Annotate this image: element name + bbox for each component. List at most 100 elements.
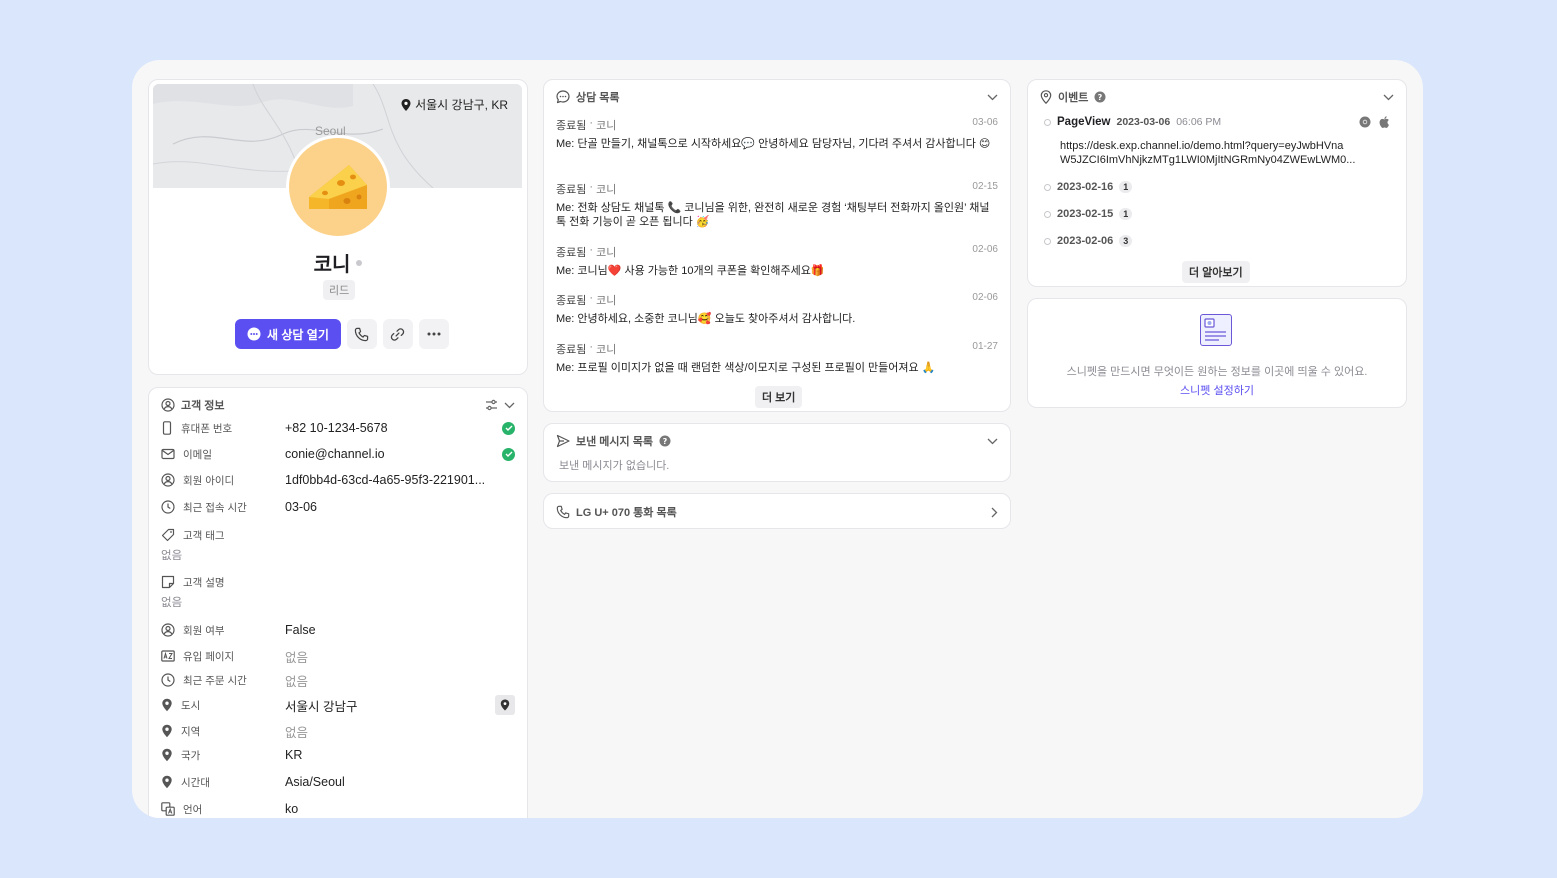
more-options-button[interactable] xyxy=(418,319,449,349)
help-icon[interactable]: ? xyxy=(1094,91,1106,103)
event-name: PageView xyxy=(1057,116,1111,128)
profile-actions: 새 상담 열기 xyxy=(235,319,449,349)
event-count-badge: 1 xyxy=(1119,181,1133,193)
conversation-author: 코니 xyxy=(596,295,617,307)
field-description[interactable]: 고객 설명 xyxy=(161,572,515,592)
event-date: 2023-02-15 xyxy=(1057,208,1114,220)
call-button[interactable] xyxy=(346,319,377,349)
field-value: 없음 xyxy=(285,725,309,740)
svg-text:?: ? xyxy=(663,437,668,446)
field-country[interactable]: 국가 KR xyxy=(161,745,515,765)
event-count-badge: 1 xyxy=(1119,208,1133,220)
send-icon xyxy=(556,434,570,448)
field-label: 휴대폰 번호 xyxy=(181,422,233,435)
map-location-label: 서울시 강남구, KR xyxy=(401,96,508,113)
call-history-card[interactable]: LG U+ 070 통화 목록 xyxy=(543,493,1011,529)
field-value: 03-06 xyxy=(285,500,317,514)
field-region[interactable]: 지역 없음 xyxy=(161,721,515,741)
phone-icon xyxy=(556,505,570,519)
sent-messages-card: 보낸 메시지 목록 ? 보낸 메시지가 없습니다. xyxy=(543,423,1011,482)
avatar xyxy=(286,135,390,239)
show-more-conversations-button[interactable]: 더 보기 xyxy=(755,386,803,408)
learn-more-events-button[interactable]: 더 알아보기 xyxy=(1182,261,1250,283)
help-icon[interactable]: ? xyxy=(659,435,671,447)
field-last-seen[interactable]: 최근 접속 시간 03-06 xyxy=(161,497,515,517)
conversation-item[interactable]: 종료됨 · 코니 03-06 Me: 단골 만들기, 채널톡으로 시작하세요💬 안… xyxy=(556,117,998,151)
conversation-preview: Me: 안녕하세요, 소중한 코니님🥰 오늘도 찾아주셔서 감사합니다. xyxy=(556,313,856,325)
conversation-date: 02-15 xyxy=(972,181,998,192)
event-group-item[interactable]: 2023-02-15 1 xyxy=(1044,208,1390,220)
field-label: 최근 주문 시간 xyxy=(183,674,247,687)
map-thumbnail-icon[interactable] xyxy=(495,695,515,715)
field-member-id[interactable]: 회원 아이디 1df0bb4d-63cd-4a65-95f3-221901... xyxy=(161,470,515,490)
customer-info-title: 고객 정보 xyxy=(181,400,225,412)
conversation-list-header[interactable]: 상담 목록 xyxy=(556,89,998,105)
copy-link-button[interactable] xyxy=(382,319,413,349)
field-value: +82 10-1234-5678 xyxy=(285,421,388,435)
verified-check-icon xyxy=(502,421,515,435)
app-frame: Seoul 서울시 강남구, KR 코니 리드 새 상담 열기 고객 정보 휴대… xyxy=(132,60,1423,818)
note-icon xyxy=(161,575,175,589)
settings-sliders-icon[interactable] xyxy=(485,399,498,411)
chevron-down-icon[interactable] xyxy=(1383,94,1394,101)
conversation-item[interactable]: 종료됨 · 코니 02-06 Me: 코니님❤️ 사용 가능한 10개의 쿠폰을 … xyxy=(556,244,998,278)
field-timezone[interactable]: 시간대 Asia/Seoul xyxy=(161,772,515,792)
field-label: 이메일 xyxy=(183,448,212,461)
new-chat-button[interactable]: 새 상담 열기 xyxy=(235,319,341,349)
chevron-right-icon[interactable] xyxy=(991,507,998,518)
conversation-preview: Me: 단골 만들기, 채널톡으로 시작하세요💬 안녕하세요 담당자님, 기다려… xyxy=(556,138,991,150)
timeline-dot xyxy=(1044,237,1051,245)
event-item[interactable]: PageView 2023-03-06 06:06 PM xyxy=(1044,116,1390,128)
conversation-list-card: 상담 목록 종료됨 · 코니 03-06 Me: 단골 만들기, 채널톡으로 시작… xyxy=(543,79,1011,412)
field-value: Asia/Seoul xyxy=(285,775,345,789)
chevron-down-icon[interactable] xyxy=(987,438,998,445)
snippet-card: 스니펫을 만드시면 무엇이든 원하는 정보를 이곳에 띄울 수 있어요. 스니펫… xyxy=(1027,298,1407,408)
field-label: 고객 태그 xyxy=(183,529,225,542)
conversation-item[interactable]: 종료됨 · 코니 01-27 Me: 프로필 이미지가 없을 때 랜덤한 색상/이… xyxy=(556,341,998,375)
translate-icon xyxy=(161,802,175,816)
conversation-item[interactable]: 종료됨 · 코니 02-06 Me: 안녕하세요, 소중한 코니님🥰 오늘도 찾아… xyxy=(556,292,998,326)
field-landing-page[interactable]: 유입 페이지 없음 xyxy=(161,646,515,666)
user-circle-icon xyxy=(161,473,175,487)
mail-icon xyxy=(161,448,175,460)
field-label: 고객 설명 xyxy=(183,576,225,589)
sent-messages-header[interactable]: 보낸 메시지 목록 ? xyxy=(556,433,998,449)
field-phone[interactable]: 휴대폰 번호 +82 10-1234-5678 xyxy=(161,418,515,438)
chevron-down-icon[interactable] xyxy=(504,402,515,409)
field-city[interactable]: 도시 서울시 강남구 xyxy=(161,695,515,715)
snippet-settings-link[interactable]: 스니펫 설정하기 xyxy=(1028,382,1406,398)
field-last-order[interactable]: 최근 주문 시간 없음 xyxy=(161,670,515,690)
field-tags[interactable]: 고객 태그 xyxy=(161,525,515,545)
conversation-date: 02-06 xyxy=(972,292,998,303)
call-history-title: LG U+ 070 통화 목록 xyxy=(576,507,677,519)
conversation-status: 종료됨 xyxy=(556,247,587,259)
events-header[interactable]: 이벤트 ? xyxy=(1040,89,1394,105)
field-is-member[interactable]: 회원 여부 False xyxy=(161,620,515,640)
customer-name: 코니 xyxy=(313,254,351,276)
field-value: False xyxy=(285,623,316,637)
location-pin-icon xyxy=(401,98,411,111)
field-email[interactable]: 이메일 conie@channel.io xyxy=(161,444,515,464)
event-group-item[interactable]: 2023-02-16 1 xyxy=(1044,181,1390,193)
conversation-status: 종료됨 xyxy=(556,120,587,132)
conversation-status: 종료됨 xyxy=(556,344,587,356)
user-circle-icon xyxy=(161,398,175,412)
field-label: 언어 xyxy=(183,803,203,816)
chevron-down-icon[interactable] xyxy=(987,94,998,101)
field-label: 도시 xyxy=(181,699,201,712)
field-language[interactable]: 언어 ko xyxy=(161,799,515,818)
event-url-line: W5JZCI6ImVhNjkzMTg1LWI0MjItNGRmNy04ZWEwL… xyxy=(1060,154,1356,166)
clock-icon xyxy=(161,673,175,687)
event-date: 2023-03-06 xyxy=(1116,116,1171,128)
call-history-header[interactable]: LG U+ 070 통화 목록 xyxy=(556,504,998,520)
conversation-item[interactable]: 종료됨 · 코니 02-15 Me: 전화 상담도 채널톡 📞 코니님을 위한, … xyxy=(556,181,998,229)
field-label: 최근 접속 시간 xyxy=(183,501,247,514)
event-url-line: https://desk.exp.channel.io/demo.html?qu… xyxy=(1060,140,1344,152)
chat-bubble-icon xyxy=(556,90,570,104)
conversation-author: 코니 xyxy=(596,184,617,196)
event-date: 2023-02-06 xyxy=(1057,235,1114,247)
field-label: 유입 페이지 xyxy=(183,650,235,663)
event-group-item[interactable]: 2023-02-06 3 xyxy=(1044,235,1390,247)
snippet-description: 스니펫을 만드시면 무엇이든 원하는 정보를 이곳에 띄울 수 있어요. xyxy=(1066,366,1368,378)
field-label: 지역 xyxy=(181,725,201,738)
